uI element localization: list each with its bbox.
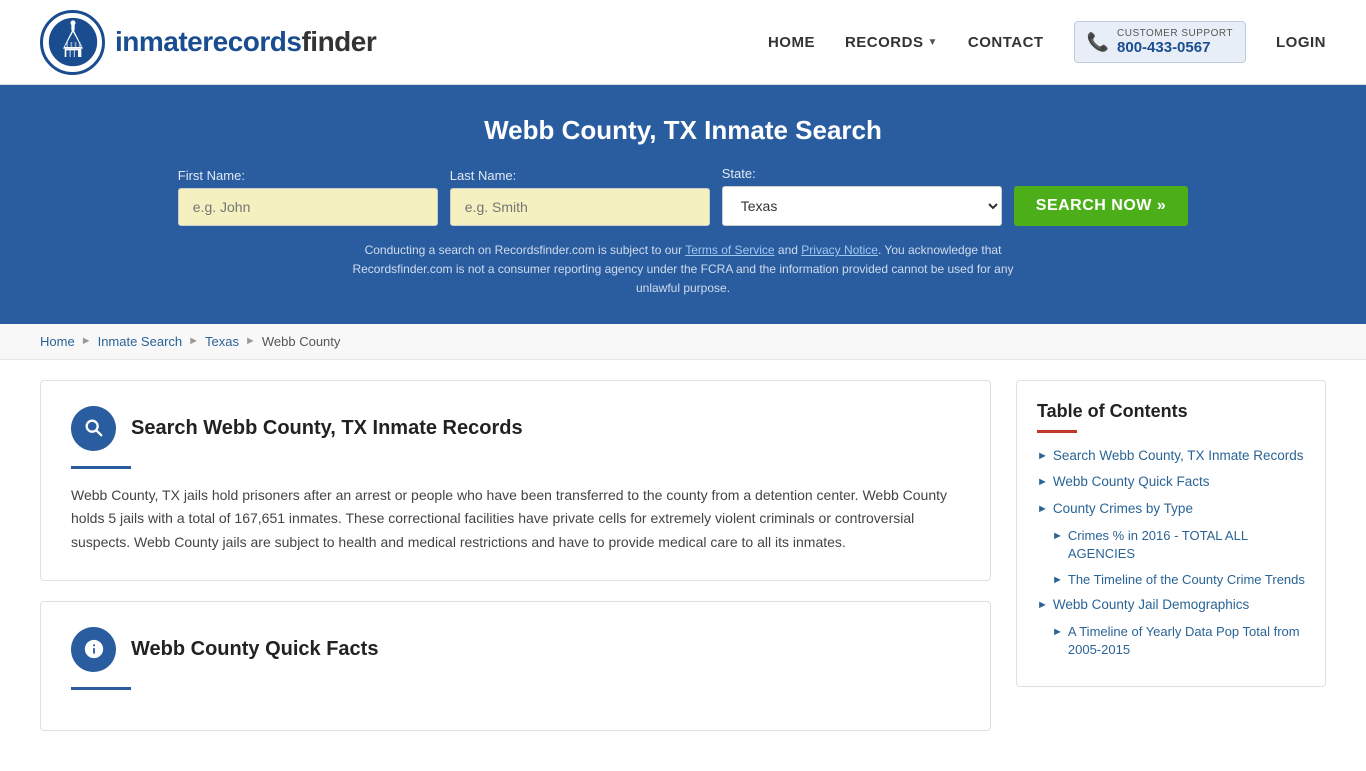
first-name-input[interactable]	[178, 188, 438, 226]
toc-sub-link-3[interactable]: ► Crimes % in 2016 - TOTAL ALL AGENCIES	[1052, 527, 1305, 563]
content-area: Search Webb County, TX Inmate Records We…	[40, 380, 991, 751]
support-number: 800-433-0567	[1117, 39, 1233, 56]
section1-divider	[71, 466, 131, 469]
login-button[interactable]: LOGIN	[1276, 34, 1326, 51]
section2-header: Webb County Quick Facts	[71, 627, 960, 672]
chevron-down-icon: ▼	[927, 37, 937, 48]
nav-home[interactable]: HOME	[768, 34, 815, 51]
search-button[interactable]: SEARCH NOW »	[1014, 186, 1188, 226]
toc-arrow-5: ►	[1037, 598, 1048, 613]
section2-title: Webb County Quick Facts	[131, 638, 378, 661]
toc-arrow-0: ►	[1037, 449, 1048, 464]
hero-section: Webb County, TX Inmate Search First Name…	[0, 85, 1366, 324]
toc-link-2[interactable]: ► County Crimes by Type	[1037, 500, 1305, 519]
breadcrumb-texas[interactable]: Texas	[205, 334, 239, 349]
first-name-label: First Name:	[178, 168, 245, 183]
section1-header: Search Webb County, TX Inmate Records	[71, 406, 960, 451]
toc-link-5[interactable]: ► Webb County Jail Demographics	[1037, 596, 1305, 615]
section2-divider	[71, 687, 131, 690]
toc-list: ► Search Webb County, TX Inmate Records …	[1037, 447, 1305, 660]
last-name-label: Last Name:	[450, 168, 516, 183]
toc-sub-link-6[interactable]: ► A Timeline of Yearly Data Pop Total fr…	[1052, 623, 1305, 659]
toc-sub-item-4: ► The Timeline of the County Crime Trend…	[1052, 571, 1305, 589]
toc-title: Table of Contents	[1037, 401, 1305, 422]
main-nav: HOME RECORDS ▼ CONTACT 📞 CUSTOMER SUPPOR…	[768, 21, 1326, 63]
toc-item-5: ► Webb County Jail Demographics	[1037, 596, 1305, 615]
sidebar: Table of Contents ► Search Webb County, …	[1016, 380, 1326, 751]
breadcrumb-sep-2: ►	[188, 335, 199, 347]
logo-icon	[40, 10, 105, 75]
disclaimer-text: Conducting a search on Recordsfinder.com…	[333, 241, 1033, 299]
toc-sub-item-6: ► A Timeline of Yearly Data Pop Total fr…	[1052, 623, 1305, 659]
state-select[interactable]: Texas	[722, 186, 1002, 226]
toc-arrow-2: ►	[1037, 502, 1048, 517]
logo-text: inmaterecordsfinder	[115, 26, 376, 58]
breadcrumb-inmate-search[interactable]: Inmate Search	[98, 334, 183, 349]
toc-sub-item-3: ► Crimes % in 2016 - TOTAL ALL AGENCIES	[1052, 527, 1305, 563]
section1-body: Webb County, TX jails hold prisoners aft…	[71, 484, 960, 555]
logo-area: inmaterecordsfinder	[40, 10, 376, 75]
section-inmate-records: Search Webb County, TX Inmate Records We…	[40, 380, 991, 581]
breadcrumb-sep-1: ►	[81, 335, 92, 347]
breadcrumb-sep-3: ►	[245, 335, 256, 347]
last-name-group: Last Name:	[450, 168, 710, 226]
first-name-group: First Name:	[178, 168, 438, 226]
breadcrumb-home[interactable]: Home	[40, 334, 75, 349]
breadcrumb: Home ► Inmate Search ► Texas ► Webb Coun…	[0, 324, 1366, 360]
toc-divider	[1037, 430, 1077, 433]
main-content: Search Webb County, TX Inmate Records We…	[0, 360, 1366, 771]
search-form: First Name: Last Name: State: Texas SEAR…	[40, 166, 1326, 226]
info-icon-circle	[71, 627, 116, 672]
customer-support[interactable]: 📞 CUSTOMER SUPPORT 800-433-0567	[1074, 21, 1246, 63]
info-icon	[83, 638, 105, 660]
toc-link-1[interactable]: ► Webb County Quick Facts	[1037, 473, 1305, 492]
toc-card: Table of Contents ► Search Webb County, …	[1016, 380, 1326, 688]
section1-title: Search Webb County, TX Inmate Records	[131, 417, 523, 440]
nav-records[interactable]: RECORDS ▼	[845, 34, 938, 51]
toc-item-2: ► County Crimes by Type	[1037, 500, 1305, 519]
state-label: State:	[722, 166, 756, 181]
headset-icon: 📞	[1087, 32, 1109, 53]
toc-sub-link-4[interactable]: ► The Timeline of the County Crime Trend…	[1052, 571, 1305, 589]
state-group: State: Texas	[722, 166, 1002, 226]
breadcrumb-current: Webb County	[262, 334, 341, 349]
toc-item-0: ► Search Webb County, TX Inmate Records	[1037, 447, 1305, 466]
privacy-link[interactable]: Privacy Notice	[801, 243, 878, 257]
toc-link-0[interactable]: ► Search Webb County, TX Inmate Records	[1037, 447, 1305, 466]
toc-arrow-3: ►	[1052, 529, 1063, 544]
search-icon	[83, 417, 105, 439]
header: inmaterecordsfinder HOME RECORDS ▼ CONTA…	[0, 0, 1366, 85]
hero-title: Webb County, TX Inmate Search	[40, 115, 1326, 146]
toc-item-1: ► Webb County Quick Facts	[1037, 473, 1305, 492]
support-label: CUSTOMER SUPPORT	[1117, 28, 1233, 39]
terms-link[interactable]: Terms of Service	[685, 243, 774, 257]
search-icon-circle	[71, 406, 116, 451]
toc-arrow-1: ►	[1037, 475, 1048, 490]
nav-contact[interactable]: CONTACT	[968, 34, 1044, 51]
section-quick-facts: Webb County Quick Facts	[40, 601, 991, 731]
last-name-input[interactable]	[450, 188, 710, 226]
toc-arrow-6: ►	[1052, 625, 1063, 640]
toc-arrow-4: ►	[1052, 573, 1063, 588]
